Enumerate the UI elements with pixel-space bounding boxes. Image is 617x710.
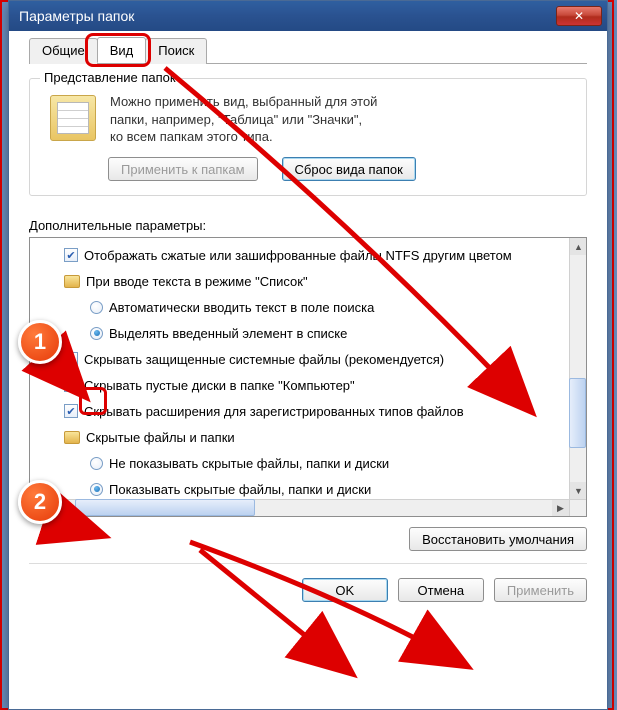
tab-search[interactable]: Поиск xyxy=(145,38,207,64)
checkbox-icon[interactable]: ✔ xyxy=(64,378,78,392)
vertical-scroll-thumb[interactable] xyxy=(569,378,586,448)
checkbox-icon[interactable] xyxy=(64,352,78,366)
folder-icon xyxy=(64,431,80,444)
advanced-item[interactable]: Показывать скрытые файлы, папки и диски xyxy=(38,476,565,499)
advanced-item[interactable]: При вводе текста в режиме "Список" xyxy=(38,268,565,294)
folder-icon xyxy=(50,95,96,141)
radio-icon[interactable] xyxy=(90,301,103,314)
apply-button[interactable]: Применить xyxy=(494,578,587,602)
checkbox-icon[interactable]: ✔ xyxy=(64,404,78,418)
advanced-item-label: Скрывать пустые диски в папке "Компьютер… xyxy=(84,378,355,393)
scroll-down-icon[interactable]: ▼ xyxy=(570,482,587,499)
tab-view[interactable]: Вид xyxy=(97,37,147,63)
reset-folder-view-button[interactable]: Сброс вида папок xyxy=(282,157,416,181)
folder-view-group: Представление папок Можно применить вид,… xyxy=(29,78,587,196)
advanced-item-label: Скрытые файлы и папки xyxy=(86,430,235,445)
titlebar[interactable]: Параметры папок ✕ xyxy=(9,1,607,31)
restore-defaults-button[interactable]: Восстановить умолчания xyxy=(409,527,587,551)
scroll-corner xyxy=(569,499,586,516)
folder-options-window: Параметры папок ✕ Общие Вид Поиск Предст… xyxy=(8,0,608,710)
advanced-item[interactable]: Автоматически вводить текст в поле поиск… xyxy=(38,294,565,320)
folder-view-group-title: Представление папок xyxy=(40,70,180,85)
client-area: Общие Вид Поиск Представление папок Можн… xyxy=(9,31,607,709)
horizontal-scroll-thumb[interactable] xyxy=(75,499,255,516)
window-title: Параметры папок xyxy=(19,8,556,24)
advanced-settings-label: Дополнительные параметры: xyxy=(29,218,587,233)
radio-icon[interactable] xyxy=(90,327,103,340)
close-button[interactable]: ✕ xyxy=(556,6,602,26)
advanced-item[interactable]: Скрывать защищенные системные файлы (рек… xyxy=(38,346,565,372)
advanced-item[interactable]: Скрытые файлы и папки xyxy=(38,424,565,450)
scroll-up-icon[interactable]: ▲ xyxy=(570,238,587,255)
advanced-item[interactable]: ✔ Скрывать расширения для зарегистрирован… xyxy=(38,398,565,424)
tabstrip: Общие Вид Поиск xyxy=(29,37,587,64)
advanced-item[interactable]: Не показывать скрытые файлы, папки и дис… xyxy=(38,450,565,476)
radio-icon[interactable] xyxy=(90,483,103,496)
ok-button[interactable]: OK xyxy=(302,578,388,602)
advanced-item[interactable]: ✔ Отображать сжатые или зашифрованные фай… xyxy=(38,242,565,268)
folder-view-description: Можно применить вид, выбранный для этой … xyxy=(110,93,377,147)
cancel-button[interactable]: Отмена xyxy=(398,578,484,602)
advanced-item-label: Не показывать скрытые файлы, папки и дис… xyxy=(109,456,389,471)
scroll-right-icon[interactable]: ▶ xyxy=(552,500,569,517)
radio-icon[interactable] xyxy=(90,457,103,470)
scroll-left-icon[interactable]: ◀ xyxy=(30,500,47,517)
advanced-item-label: Скрывать защищенные системные файлы (рек… xyxy=(84,352,444,367)
advanced-item-label: Отображать сжатые или зашифрованные файл… xyxy=(84,248,512,263)
advanced-item[interactable]: ✔ Скрывать пустые диски в папке "Компьюте… xyxy=(38,372,565,398)
advanced-item-label: Скрывать расширения для зарегистрированн… xyxy=(84,404,464,419)
advanced-item-label: Показывать скрытые файлы, папки и диски xyxy=(109,482,371,497)
advanced-item[interactable]: Выделять введенный элемент в списке xyxy=(38,320,565,346)
folder-icon xyxy=(64,275,80,288)
dialog-button-row: OK Отмена Применить xyxy=(29,563,587,602)
advanced-item-label: Автоматически вводить текст в поле поиск… xyxy=(109,300,374,315)
vertical-scrollbar[interactable]: ▲ ▼ xyxy=(569,238,586,499)
advanced-item-label: Выделять введенный элемент в списке xyxy=(109,326,347,341)
advanced-settings-list[interactable]: ✔ Отображать сжатые или зашифрованные фай… xyxy=(29,237,587,517)
advanced-item-label: При вводе текста в режиме "Список" xyxy=(86,274,308,289)
apply-to-folders-button[interactable]: Применить к папкам xyxy=(108,157,258,181)
tab-general[interactable]: Общие xyxy=(29,38,98,64)
checkbox-icon[interactable]: ✔ xyxy=(64,248,78,262)
close-icon: ✕ xyxy=(574,9,584,23)
